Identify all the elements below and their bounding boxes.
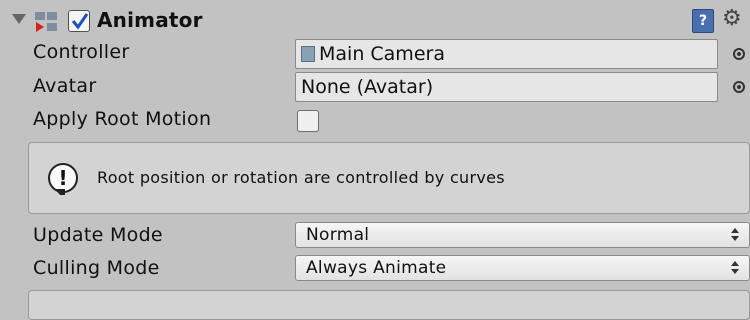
component-enabled-checkbox[interactable] [68, 10, 90, 32]
dropdown-arrows-icon [731, 261, 739, 275]
component-title: Animator [97, 8, 203, 32]
avatar-label: Avatar [33, 75, 97, 97]
dropdown-arrows-icon [731, 228, 739, 242]
culling-mode-value: Always Animate [306, 258, 447, 278]
animator-controller-icon [301, 46, 315, 62]
gear-icon[interactable]: ⚙ [722, 6, 750, 32]
controller-field[interactable]: Main Camera [295, 39, 718, 69]
animator-inspector-panel: Animator ? ⚙ Controller Main Camera Avat… [0, 0, 750, 320]
avatar-value: None (Avatar) [301, 76, 434, 98]
info-speech-bubble-icon: ! [48, 163, 78, 195]
apply-root-motion-checkbox[interactable] [297, 110, 319, 132]
update-mode-label: Update Mode [33, 224, 163, 246]
info-help-box: ! Root position or rotation are controll… [28, 142, 750, 214]
foldout-arrow-icon[interactable] [12, 14, 26, 24]
component-header: Animator ? ⚙ [0, 0, 750, 40]
avatar-field[interactable]: None (Avatar) [295, 72, 718, 102]
check-icon [71, 13, 89, 30]
controller-object-picker-icon[interactable] [733, 48, 745, 60]
controller-value: Main Camera [319, 43, 445, 65]
culling-mode-dropdown[interactable]: Always Animate [295, 255, 750, 281]
help-book-icon[interactable]: ? [692, 9, 714, 33]
controller-label: Controller [33, 41, 130, 63]
update-mode-dropdown[interactable]: Normal [295, 222, 750, 248]
update-mode-value: Normal [306, 225, 370, 245]
help-message: Root position or rotation are controlled… [97, 168, 505, 187]
animator-component-icon [35, 12, 57, 32]
apply-root-motion-label: Apply Root Motion [33, 108, 212, 130]
avatar-object-picker-icon[interactable] [733, 81, 745, 93]
clip-section-box [28, 290, 750, 320]
culling-mode-label: Culling Mode [33, 257, 160, 279]
